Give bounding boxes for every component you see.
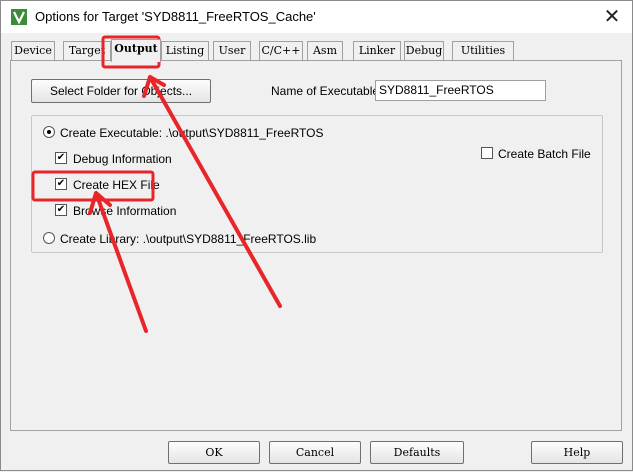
window-title: Options for Target 'SYD8811_FreeRTOS_Cac…: [35, 9, 316, 24]
cancel-button[interactable]: Cancel: [269, 441, 361, 464]
create-batch-file-checkbox[interactable]: [481, 147, 493, 159]
options-dialog: Options for Target 'SYD8811_FreeRTOS_Cac…: [0, 0, 633, 471]
tab-user[interactable]: User: [213, 41, 251, 61]
tab-c-cpp[interactable]: C/C++: [259, 41, 303, 61]
ok-button[interactable]: OK: [168, 441, 260, 464]
keil-uvision-icon: [11, 9, 27, 25]
create-library-label: Create Library: .\output\SYD8811_FreeRTO…: [60, 232, 317, 246]
create-hex-file-label: Create HEX File: [73, 178, 160, 192]
tab-device[interactable]: Device: [11, 41, 55, 61]
create-hex-file-checkbox[interactable]: ✔: [55, 178, 67, 190]
tab-output[interactable]: Output: [111, 39, 161, 62]
browse-information-label: Browse Information: [73, 204, 177, 218]
debug-information-label: Debug Information: [73, 152, 172, 166]
title-bar: Options for Target 'SYD8811_FreeRTOS_Cac…: [1, 1, 632, 33]
debug-information-checkbox[interactable]: ✔: [55, 152, 67, 164]
tab-asm[interactable]: Asm: [307, 41, 343, 61]
defaults-button[interactable]: Defaults: [370, 441, 464, 464]
create-executable-radio[interactable]: [43, 126, 55, 138]
close-icon[interactable]: ✕: [598, 5, 626, 29]
tab-listing[interactable]: Listing: [161, 41, 209, 61]
tab-utilities[interactable]: Utilities: [452, 41, 514, 61]
create-library-radio[interactable]: [43, 232, 55, 244]
select-folder-button[interactable]: Select Folder for Objects...: [31, 79, 211, 103]
tab-debug[interactable]: Debug: [404, 41, 444, 61]
name-of-executable-input[interactable]: SYD8811_FreeRTOS: [375, 80, 546, 101]
tab-strip: Device Target Output Listing User C/C++ …: [11, 39, 621, 62]
create-executable-label: Create Executable: .\output\SYD8811_Free…: [60, 126, 324, 140]
tab-linker[interactable]: Linker: [353, 41, 401, 61]
help-button[interactable]: Help: [531, 441, 623, 464]
name-of-executable-label: Name of Executable:: [271, 84, 383, 98]
tab-target[interactable]: Target: [63, 41, 111, 61]
create-batch-file-label: Create Batch File: [498, 147, 591, 161]
browse-information-checkbox[interactable]: ✔: [55, 204, 67, 216]
